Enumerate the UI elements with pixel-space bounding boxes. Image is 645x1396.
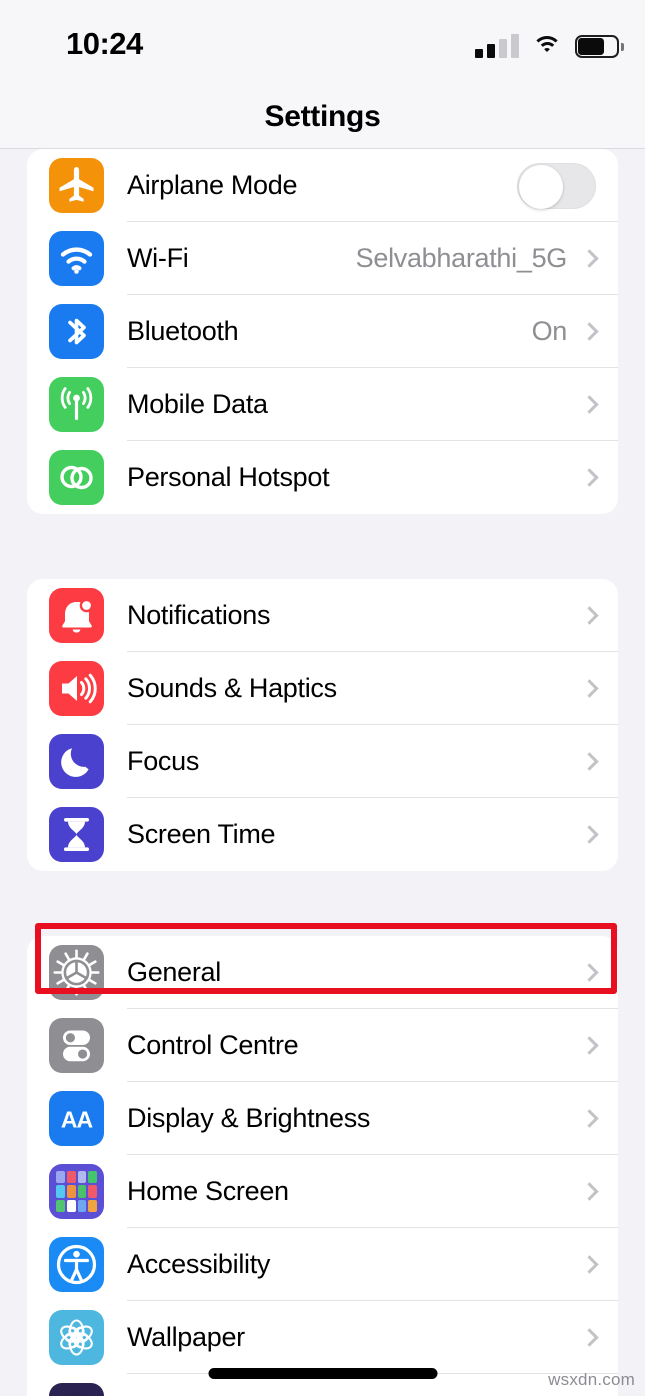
- bell-icon: [49, 588, 104, 643]
- settings-row-accessory: [565, 1255, 618, 1274]
- settings-group-connectivity: Airplane Mode Wi-Fi Selvabharathi_5G Bluet…: [27, 149, 618, 514]
- home-screen-grid-icon: [49, 1164, 104, 1219]
- settings-row-accessory: [565, 679, 618, 698]
- chevron-right-icon: [580, 468, 599, 487]
- settings-row-accessory: [565, 395, 618, 414]
- cellular-signal-icon: [475, 32, 519, 58]
- display-aa-icon: AA: [49, 1091, 104, 1146]
- accessibility-icon: [49, 1237, 104, 1292]
- siri-orb-icon: [49, 1383, 104, 1396]
- settings-row-bluetooth[interactable]: Bluetooth On: [27, 295, 618, 368]
- wifi-icon: [49, 231, 104, 286]
- settings-row-label: Wi-Fi: [127, 243, 189, 273]
- settings-list[interactable]: Airplane Mode Wi-Fi Selvabharathi_5G Bluet…: [0, 149, 645, 1396]
- settings-row-label: Wallpaper: [127, 1322, 245, 1352]
- settings-row-label: Personal Hotspot: [127, 462, 330, 492]
- settings-group-system: General Control Centre AA Display & Bright…: [27, 936, 618, 1396]
- hotspot-link-icon: [49, 450, 104, 505]
- settings-row-label: Mobile Data: [127, 389, 268, 419]
- settings-row-control-centre[interactable]: Control Centre: [27, 1009, 618, 1082]
- bluetooth-icon: [49, 304, 104, 359]
- chevron-right-icon: [580, 825, 599, 844]
- hourglass-icon: [49, 807, 104, 862]
- settings-row-value: Selvabharathi_5G: [355, 243, 568, 273]
- chevron-right-icon: [580, 1036, 599, 1055]
- chevron-right-icon: [580, 752, 599, 771]
- chevron-right-icon: [580, 1109, 599, 1128]
- settings-row-accessory: [565, 752, 618, 771]
- settings-row-label: Screen Time: [127, 819, 276, 849]
- moon-icon: [49, 734, 104, 789]
- settings-row-airplane-mode[interactable]: Airplane Mode: [27, 149, 618, 222]
- settings-row-accessory: [517, 162, 618, 209]
- chevron-right-icon: [580, 1328, 599, 1347]
- settings-row-label: General: [127, 957, 221, 987]
- settings-row-wallpaper[interactable]: Wallpaper: [27, 1301, 618, 1374]
- settings-row-accessory: [565, 963, 618, 982]
- settings-row-label: Airplane Mode: [127, 170, 298, 200]
- iphone-settings-screen: 10:24 Settings Airplane Mode Wi-Fi Selvab…: [0, 0, 645, 1396]
- airplane-icon: [49, 158, 104, 213]
- chevron-right-icon: [580, 679, 599, 698]
- chevron-right-icon: [580, 1255, 599, 1274]
- status-bar-time: 10:24: [66, 26, 143, 61]
- settings-row-general[interactable]: General: [27, 936, 618, 1009]
- gear-icon: [49, 945, 104, 1000]
- settings-row-label: Accessibility: [127, 1249, 271, 1279]
- watermark: wsxdn.com: [548, 1370, 635, 1389]
- toggle-knob: [519, 164, 563, 209]
- speaker-icon: [49, 661, 104, 716]
- settings-row-accessory: On: [532, 316, 618, 347]
- settings-group-alerts: Notifications Sounds & Haptics Focus Scre…: [27, 579, 618, 871]
- settings-row-label: Focus: [127, 746, 200, 776]
- settings-row-accessory: [565, 1328, 618, 1347]
- chevron-right-icon: [580, 606, 599, 625]
- settings-row-accessory: [565, 606, 618, 625]
- settings-row-label: Home Screen: [127, 1176, 289, 1206]
- settings-row-mobile-data[interactable]: Mobile Data: [27, 368, 618, 441]
- settings-row-notifications[interactable]: Notifications: [27, 579, 618, 652]
- svg-text:AA: AA: [61, 1107, 93, 1133]
- settings-row-sounds-haptics[interactable]: Sounds & Haptics: [27, 652, 618, 725]
- settings-row-accessory: [565, 825, 618, 844]
- cellular-antenna-icon: [49, 377, 104, 432]
- status-bar-indicators: [475, 28, 624, 58]
- navigation-bar: Settings: [0, 86, 645, 149]
- settings-row-label: Sounds & Haptics: [127, 673, 337, 703]
- settings-row-label: Display & Brightness: [127, 1103, 371, 1133]
- status-bar: 10:24: [0, 0, 645, 86]
- settings-row-personal-hotspot[interactable]: Personal Hotspot: [27, 441, 618, 514]
- chevron-right-icon: [580, 249, 599, 268]
- battery-icon: [575, 35, 624, 58]
- settings-row-accessory: [565, 468, 618, 487]
- chevron-right-icon: [580, 963, 599, 982]
- settings-row-display-brightness[interactable]: AA Display & Brightness: [27, 1082, 618, 1155]
- settings-row-accessibility[interactable]: Accessibility: [27, 1228, 618, 1301]
- settings-row-screen-time[interactable]: Screen Time: [27, 798, 618, 871]
- settings-row-accessory: [565, 1036, 618, 1055]
- home-indicator[interactable]: [208, 1368, 437, 1379]
- settings-row-value: On: [531, 316, 568, 346]
- settings-row-accessory: Selvabharathi_5G: [356, 243, 618, 274]
- settings-row-label: Control Centre: [127, 1030, 299, 1060]
- page-title: Settings: [264, 100, 381, 133]
- chevron-right-icon: [580, 395, 599, 414]
- chevron-right-icon: [580, 1182, 599, 1201]
- settings-row-label: Notifications: [127, 600, 271, 630]
- settings-row-focus[interactable]: Focus: [27, 725, 618, 798]
- settings-row-accessory: [565, 1182, 618, 1201]
- settings-row-label: Bluetooth: [127, 316, 239, 346]
- wifi-icon: [532, 34, 562, 58]
- settings-row-accessory: [565, 1109, 618, 1128]
- settings-row-wi-fi[interactable]: Wi-Fi Selvabharathi_5G: [27, 222, 618, 295]
- control-centre-icon: [49, 1018, 104, 1073]
- settings-row-home-screen[interactable]: Home Screen: [27, 1155, 618, 1228]
- airplane-mode-toggle[interactable]: [517, 162, 596, 209]
- chevron-right-icon: [580, 322, 599, 341]
- wallpaper-flower-icon: [49, 1310, 104, 1365]
